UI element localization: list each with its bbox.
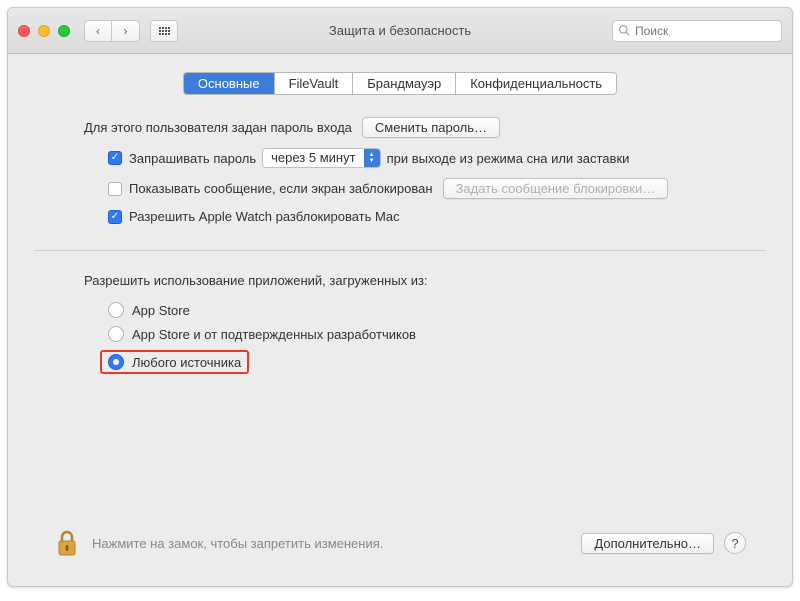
minimize-window-button[interactable] (38, 25, 50, 37)
apple-watch-row: ✓ Разрешить Apple Watch разблокировать M… (84, 209, 716, 224)
search-wrap (612, 20, 782, 42)
radio-row-anywhere: Любого источника (108, 350, 716, 374)
apple-watch-label: Разрешить Apple Watch разблокировать Mac (129, 209, 400, 224)
general-pane: Для этого пользователя задан пароль вход… (34, 117, 766, 382)
tab-firewall[interactable]: Брандмауэр (353, 73, 456, 94)
tab-filevault[interactable]: FileVault (275, 73, 354, 94)
radio-anywhere-label: Любого источника (132, 355, 241, 370)
tab-general[interactable]: Основные (184, 73, 275, 94)
show-message-row: Показывать сообщение, если экран заблоки… (84, 178, 716, 199)
require-password-row: ✓ Запрашивать пароль через 5 минут ▲▼ пр… (84, 148, 716, 168)
gatekeeper-radio-group: App Store App Store и от подтвержденных … (84, 302, 716, 374)
titlebar: ‹ › Защита и безопасность (8, 8, 792, 54)
show-all-button[interactable] (150, 20, 178, 42)
password-set-row: Для этого пользователя задан пароль вход… (84, 117, 716, 138)
show-message-checkbox[interactable] (108, 182, 122, 196)
password-set-label: Для этого пользователя задан пароль вход… (84, 120, 352, 135)
tab-privacy[interactable]: Конфиденциальность (456, 73, 616, 94)
require-password-suffix: при выходе из режима сна или заставки (387, 151, 630, 166)
radio-appstore-label: App Store (132, 303, 190, 318)
zoom-window-button[interactable] (58, 25, 70, 37)
help-button[interactable]: ? (724, 532, 746, 554)
radio-anywhere[interactable] (108, 354, 124, 370)
chevron-right-icon: › (124, 24, 128, 38)
change-password-button[interactable]: Сменить пароль… (362, 117, 500, 138)
set-lock-message-button[interactable]: Задать сообщение блокировки… (443, 178, 669, 199)
checkmark-icon: ✓ (111, 153, 119, 163)
apple-watch-checkbox[interactable]: ✓ (108, 210, 122, 224)
checkmark-icon: ✓ (111, 212, 119, 222)
radio-appstore[interactable] (108, 302, 124, 318)
radio-row-appstore: App Store (108, 302, 716, 318)
tab-bar: Основные FileVault Брандмауэр Конфиденци… (183, 72, 617, 95)
search-input[interactable] (612, 20, 782, 42)
preferences-window: ‹ › Защита и безопасность Основные FileV… (7, 7, 793, 587)
lock-text: Нажмите на замок, чтобы запретить измене… (92, 536, 383, 551)
require-password-delay-select[interactable]: через 5 минут ▲▼ (262, 148, 380, 168)
search-icon (618, 24, 630, 36)
lock-icon[interactable] (54, 528, 80, 558)
chevron-left-icon: ‹ (96, 24, 100, 38)
radio-row-identified: App Store и от подтвержденных разработчи… (108, 326, 716, 342)
content-pane: Основные FileVault Брандмауэр Конфиденци… (8, 54, 792, 586)
radio-identified-developers[interactable] (108, 326, 124, 342)
nav-buttons: ‹ › (84, 20, 140, 42)
radio-identified-label: App Store и от подтвержденных разработчи… (132, 327, 416, 342)
section-divider (34, 250, 766, 251)
require-password-checkbox[interactable]: ✓ (108, 151, 122, 165)
back-button[interactable]: ‹ (84, 20, 112, 42)
grid-icon (159, 27, 170, 35)
close-window-button[interactable] (18, 25, 30, 37)
highlight-annotation: Любого источника (100, 350, 249, 374)
require-password-label: Запрашивать пароль (129, 151, 256, 166)
window-controls (18, 25, 70, 37)
footer: Нажмите на замок, чтобы запретить измене… (34, 518, 766, 572)
delay-value: через 5 минут (263, 149, 363, 167)
advanced-button[interactable]: Дополнительно… (581, 533, 714, 554)
gatekeeper-title: Разрешить использование приложений, загр… (84, 273, 716, 288)
select-arrows-icon: ▲▼ (364, 149, 380, 167)
show-message-label: Показывать сообщение, если экран заблоки… (129, 181, 433, 196)
forward-button[interactable]: › (112, 20, 140, 42)
